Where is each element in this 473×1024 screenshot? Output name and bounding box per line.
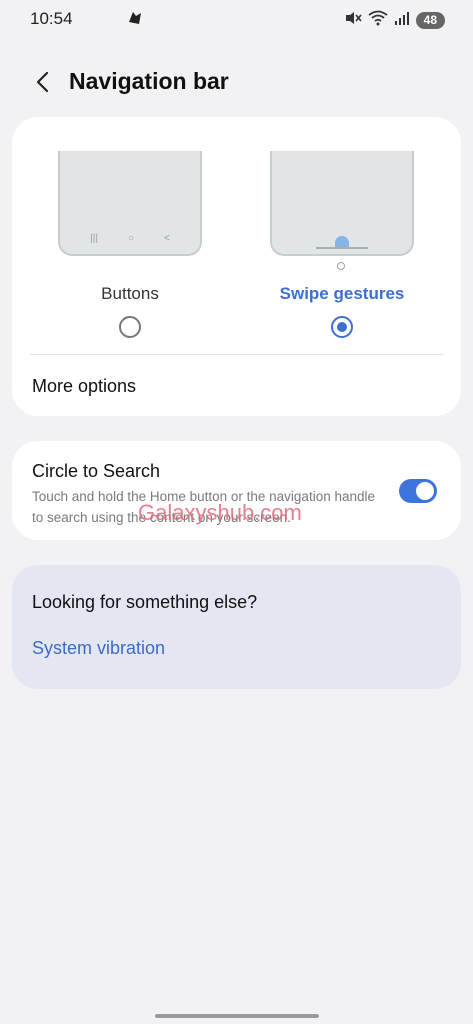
status-bar: 10:54 48: [0, 0, 473, 38]
app-header: Navigation bar: [0, 60, 473, 104]
gesture-bar: [316, 247, 368, 249]
status-time: 10:54: [30, 9, 73, 28]
option-buttons[interactable]: ||| ○ < Buttons: [58, 117, 238, 347]
more-options-item[interactable]: More options: [32, 376, 136, 397]
divider: [30, 354, 443, 355]
home-icon: ○: [127, 233, 134, 244]
option-label-buttons: Buttons: [101, 284, 159, 303]
page-title: Navigation bar: [69, 68, 229, 94]
chevron-left-icon: [36, 71, 49, 93]
back-button[interactable]: [28, 68, 56, 96]
wifi-icon: [368, 10, 388, 31]
circle-to-search-card[interactable]: Circle to Search Touch and hold the Home…: [12, 441, 461, 540]
navigation-type-card: ||| ○ < Buttons Swipe gestures More opti…: [12, 117, 461, 416]
back-icon: <: [164, 233, 170, 244]
status-icons: 48: [344, 10, 445, 31]
radio-buttons[interactable]: [119, 316, 141, 338]
circle-to-search-description: Touch and hold the Home button or the na…: [32, 489, 375, 525]
recents-icon: |||: [90, 233, 98, 244]
nav-keys-preview: ||| ○ <: [60, 233, 200, 244]
option-swipe-gestures[interactable]: Swipe gestures: [270, 117, 450, 347]
home-indicator[interactable]: [155, 1014, 319, 1018]
gesture-hint-icon: [337, 262, 345, 270]
phone-preview-buttons: ||| ○ <: [58, 151, 202, 256]
notification-app-icon: [127, 10, 143, 31]
signal-icon: [394, 10, 410, 31]
looking-title: Looking for something else?: [32, 592, 258, 612]
circle-to-search-title: Circle to Search: [32, 461, 161, 481]
circle-to-search-toggle[interactable]: [399, 479, 437, 503]
looking-for-something-else-card: Looking for something else? System vibra…: [12, 565, 461, 689]
option-label-gestures: Swipe gestures: [279, 284, 405, 303]
mute-icon: [344, 10, 362, 31]
radio-swipe-gestures[interactable]: [331, 316, 353, 338]
battery-badge: 48: [415, 12, 445, 29]
system-vibration-link[interactable]: System vibration: [32, 638, 165, 659]
phone-preview-gestures: [270, 151, 414, 256]
